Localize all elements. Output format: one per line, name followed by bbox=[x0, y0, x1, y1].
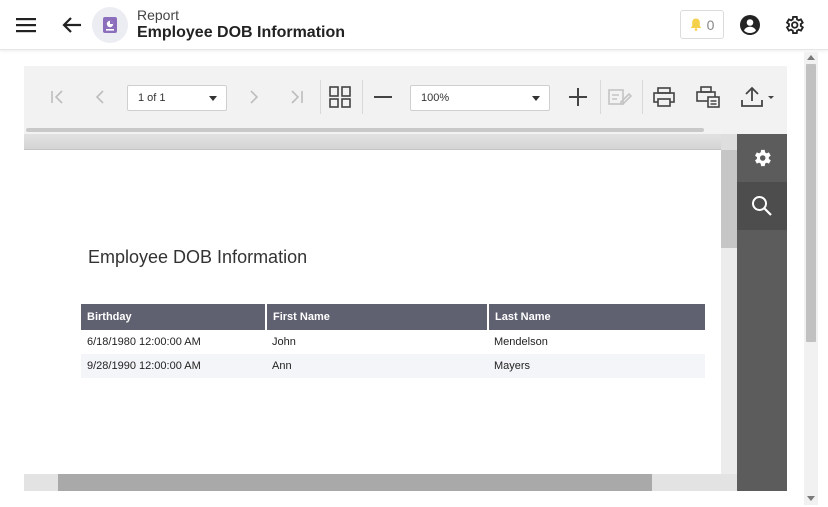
breadcrumb: Report bbox=[137, 7, 180, 23]
viewer-toolbar: 1 of 1 100% bbox=[24, 66, 787, 128]
table-cell: 9/28/1990 12:00:00 AM bbox=[81, 354, 266, 378]
multipage-button[interactable] bbox=[326, 83, 354, 111]
chevron-right-icon bbox=[249, 90, 259, 104]
toolbar-divider bbox=[600, 80, 601, 114]
settings-button[interactable] bbox=[778, 9, 810, 41]
minus-icon bbox=[374, 95, 392, 99]
gear-icon bbox=[783, 14, 805, 36]
viewer-side-panel bbox=[737, 134, 787, 491]
export-button[interactable] bbox=[738, 83, 778, 111]
zoom-select[interactable]: 100% bbox=[410, 85, 550, 111]
table-header-row: Birthday First Name Last Name bbox=[81, 304, 705, 330]
first-page-button[interactable] bbox=[44, 83, 72, 111]
toolbar-scrollbar[interactable] bbox=[26, 128, 704, 132]
next-page-button[interactable] bbox=[240, 83, 268, 111]
zoom-in-button[interactable] bbox=[564, 83, 592, 111]
side-search-button[interactable] bbox=[737, 182, 787, 230]
table-row: 6/18/1980 12:00:00 AM John Mendelson bbox=[81, 330, 705, 354]
print-button[interactable] bbox=[650, 83, 678, 111]
toolbar-divider bbox=[362, 80, 363, 114]
notification-count: 0 bbox=[706, 16, 715, 33]
table-cell: Mendelson bbox=[494, 336, 548, 348]
page-select-value: 1 of 1 bbox=[138, 92, 166, 104]
app-header: Report Employee DOB Information 0 bbox=[0, 0, 828, 50]
menu-icon bbox=[16, 17, 36, 33]
page-top-strip bbox=[24, 134, 721, 150]
column-header-last-name: Last Name bbox=[488, 304, 705, 330]
arrow-left-icon bbox=[62, 16, 82, 34]
column-header-first-name: First Name bbox=[266, 304, 489, 330]
first-page-icon bbox=[50, 90, 66, 104]
print-icon bbox=[653, 87, 675, 107]
table-cell: Ann bbox=[266, 354, 488, 378]
report-viewer: 1 of 1 100% Employee DOB Information Bir… bbox=[24, 66, 787, 491]
menu-button[interactable] bbox=[10, 9, 42, 41]
prev-page-button[interactable] bbox=[86, 83, 114, 111]
page-select[interactable]: 1 of 1 bbox=[127, 85, 227, 111]
bell-icon bbox=[690, 18, 702, 31]
report-page-area: Employee DOB Information Birthday First … bbox=[24, 134, 737, 491]
user-account-button[interactable] bbox=[734, 9, 766, 41]
chevron-left-icon bbox=[95, 90, 105, 104]
table-cell: 6/18/1980 12:00:00 AM bbox=[87, 336, 201, 348]
user-circle-icon bbox=[740, 15, 760, 35]
last-page-icon bbox=[288, 90, 304, 104]
toolbar-divider bbox=[320, 80, 321, 114]
multipage-icon bbox=[329, 86, 351, 108]
scroll-down-arrow-icon[interactable] bbox=[807, 496, 815, 501]
edit-fields-button[interactable] bbox=[606, 83, 634, 111]
table-cell: Mayers bbox=[488, 354, 705, 378]
page-vertical-scrollbar[interactable] bbox=[721, 150, 737, 474]
page-horizontal-scroll-thumb[interactable] bbox=[58, 474, 652, 491]
report-table: Birthday First Name Last Name 6/18/1980 … bbox=[81, 304, 705, 378]
edit-fields-icon bbox=[608, 87, 632, 107]
chevron-down-icon bbox=[532, 96, 540, 101]
page-vertical-scroll-thumb[interactable] bbox=[721, 150, 737, 248]
column-header-birthday: Birthday bbox=[81, 304, 267, 330]
gear-icon bbox=[751, 147, 773, 169]
scroll-up-arrow-icon[interactable] bbox=[807, 55, 815, 60]
last-page-button[interactable] bbox=[282, 83, 310, 111]
table-row: 9/28/1990 12:00:00 AM Ann Mayers bbox=[81, 354, 705, 378]
print-page-icon bbox=[696, 86, 720, 108]
export-icon bbox=[741, 86, 775, 108]
side-settings-button[interactable] bbox=[737, 134, 787, 182]
toolbar-divider bbox=[642, 80, 643, 114]
back-button[interactable] bbox=[56, 9, 88, 41]
chevron-down-icon bbox=[209, 96, 217, 101]
report-icon bbox=[103, 17, 117, 33]
zoom-out-button[interactable] bbox=[369, 83, 397, 111]
page-horizontal-scrollbar[interactable] bbox=[24, 474, 737, 491]
print-page-button[interactable] bbox=[694, 83, 722, 111]
window-vertical-scrollbar[interactable] bbox=[804, 52, 818, 505]
window-scroll-thumb[interactable] bbox=[806, 64, 816, 342]
report-heading: Employee DOB Information bbox=[88, 247, 308, 267]
plus-icon bbox=[569, 88, 587, 106]
search-icon bbox=[751, 195, 773, 217]
report-page: Employee DOB Information Birthday First … bbox=[24, 150, 721, 474]
zoom-select-value: 100% bbox=[421, 92, 450, 104]
table-cell: John bbox=[272, 336, 296, 348]
page-title: Employee DOB Information bbox=[137, 24, 346, 41]
report-avatar bbox=[92, 7, 128, 43]
notifications-button[interactable]: 0 bbox=[680, 10, 724, 39]
